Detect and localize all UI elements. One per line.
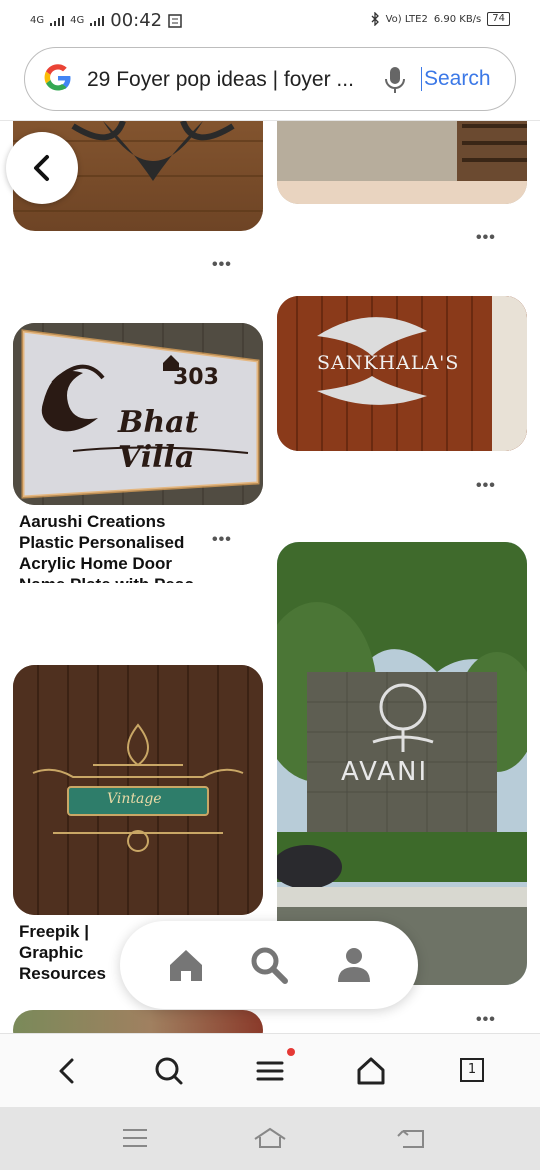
network-indicator-1: 4G xyxy=(30,14,45,26)
url-text[interactable]: 29 Foyer pop ideas | foyer ... xyxy=(87,68,354,92)
pin-more-button[interactable]: ••• xyxy=(476,229,496,247)
pin-image-bottom-left[interactable] xyxy=(13,1010,263,1033)
status-bar: 4G 4G 00:42 Vo) LTE2 6.90 KB/s 74 xyxy=(0,0,540,42)
sign-text: Vintage xyxy=(107,791,162,807)
home-outline-icon[interactable] xyxy=(354,1054,388,1088)
floating-nav-bar xyxy=(120,921,418,1009)
pin-title[interactable]: Aarushi Creations Plastic Personalised A… xyxy=(19,511,199,583)
sign-text: SANKHALA'S xyxy=(317,352,460,374)
search-icon[interactable] xyxy=(247,943,291,987)
pin-image-top-right[interactable] xyxy=(277,121,527,204)
network-speed: 6.90 KB/s xyxy=(433,13,482,25)
volte-indicator: Vo) LTE2 xyxy=(385,13,428,25)
pin-image-sankhala[interactable]: SANKHALA'S xyxy=(277,296,527,451)
pin-title[interactable]: Freepik | Graphic Resources for everyone xyxy=(19,921,129,987)
menu-icon[interactable] xyxy=(253,1054,287,1088)
sign-script-text: Bhat Villa xyxy=(118,405,199,475)
sign-text: AVANI xyxy=(341,757,429,787)
pin-more-button[interactable]: ••• xyxy=(476,1011,496,1029)
address-bar[interactable]: 29 Foyer pop ideas | foyer ... Search xyxy=(24,47,516,111)
back-button[interactable] xyxy=(6,132,78,204)
home-icon[interactable] xyxy=(164,943,208,987)
search-button[interactable]: Search xyxy=(421,67,491,91)
google-logo-icon xyxy=(44,64,71,91)
system-back-icon[interactable] xyxy=(395,1125,429,1151)
status-left: 4G 4G 00:42 xyxy=(30,10,182,31)
microphone-icon[interactable] xyxy=(383,65,407,95)
battery-indicator: 74 xyxy=(487,12,510,26)
vintage-sign-image xyxy=(13,665,263,915)
pin-more-button[interactable]: ••• xyxy=(476,477,496,495)
profile-icon[interactable] xyxy=(332,943,376,987)
bluetooth-icon xyxy=(371,12,379,26)
pin-feed[interactable]: ••• ••• 303 Bhat Villa Aarushi Creations… xyxy=(0,121,540,1033)
signal-icon xyxy=(50,15,65,26)
browser-toolbar: 1 xyxy=(0,1033,540,1108)
tabs-button[interactable]: 1 xyxy=(460,1058,484,1082)
notification-dot xyxy=(287,1048,295,1056)
signal-icon xyxy=(90,15,105,26)
house-number-text: 303 xyxy=(173,365,219,390)
screenshot-notification-icon xyxy=(168,13,182,28)
system-home-icon[interactable] xyxy=(253,1125,287,1151)
pin-image-vintage[interactable]: Vintage xyxy=(13,665,263,915)
clock: 00:42 xyxy=(110,10,163,31)
wall-sign-image xyxy=(277,121,527,204)
chevron-left-icon xyxy=(34,155,49,181)
arrow-left-icon[interactable] xyxy=(51,1054,85,1088)
status-right: Vo) LTE2 6.90 KB/s 74 xyxy=(370,12,510,26)
system-nav-bar xyxy=(0,1107,540,1170)
pin-more-button[interactable]: ••• xyxy=(212,531,232,549)
pin-image-avani[interactable]: AVANI xyxy=(277,542,527,985)
pin-image-bhat-villa[interactable]: 303 Bhat Villa xyxy=(13,323,263,505)
network-indicator-2: 4G xyxy=(70,14,85,26)
tabs-count: 1 xyxy=(467,1062,477,1077)
pin-more-button[interactable]: ••• xyxy=(212,256,232,274)
search-icon[interactable] xyxy=(152,1054,186,1088)
recents-icon[interactable] xyxy=(118,1125,152,1151)
